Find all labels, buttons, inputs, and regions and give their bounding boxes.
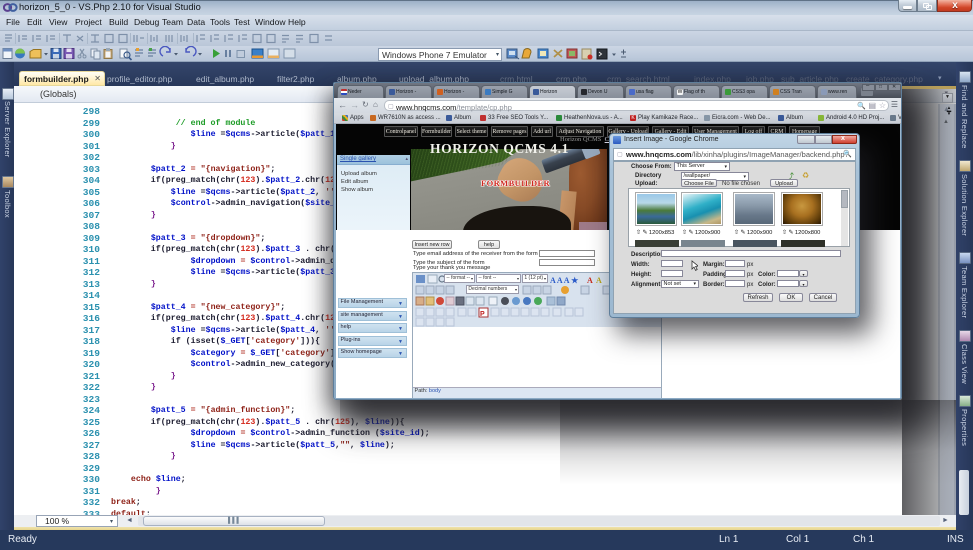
svg-text:A: A — [587, 276, 593, 285]
svg-text:A: A — [596, 276, 602, 285]
svg-text:A A A ★: A A A ★ — [550, 276, 579, 285]
svg-text:P: P — [480, 311, 485, 318]
